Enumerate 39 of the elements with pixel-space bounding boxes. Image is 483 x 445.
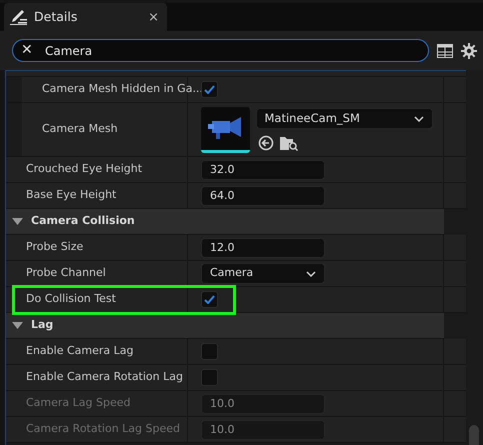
number-field[interactable]: 32.0 <box>201 160 325 180</box>
property-label: Do Collision Test <box>26 291 116 308</box>
settings-icon[interactable] <box>461 42 477 58</box>
property-label: Crouched Eye Height <box>26 161 142 178</box>
property-label: Camera Lag Speed <box>26 395 130 412</box>
asset-dropdown[interactable]: MatineeCam_SM <box>256 108 432 130</box>
checkbox[interactable] <box>201 81 218 98</box>
table-view-icon[interactable] <box>437 44 453 58</box>
property-label: Camera Rotation Lag Speed <box>26 421 180 438</box>
caret-icon <box>306 270 316 276</box>
dropdown[interactable]: Camera <box>201 263 325 284</box>
checkbox[interactable] <box>201 343 218 360</box>
pencil-icon <box>10 9 28 25</box>
property-label: Probe Channel <box>26 265 106 282</box>
check-icon <box>204 85 215 94</box>
use-selected-icon[interactable] <box>258 134 274 151</box>
collapse-arrow-icon[interactable] <box>12 218 23 225</box>
tab-title: Details <box>34 8 78 26</box>
property-label: Enable Camera Rotation Lag <box>26 369 183 386</box>
property-label: Camera Mesh Hidden in Ga... <box>42 81 203 98</box>
caret-icon <box>414 116 424 122</box>
checkbox[interactable] <box>201 291 218 308</box>
checkbox[interactable] <box>201 369 218 386</box>
collapse-arrow-icon[interactable] <box>12 322 23 329</box>
check-icon <box>204 295 215 304</box>
clear-button[interactable]: ✕ <box>21 43 33 57</box>
section-header[interactable]: Camera Collision <box>31 213 135 230</box>
details-tab[interactable]: Details × <box>4 3 167 31</box>
property-label: Enable Camera Lag <box>26 343 134 360</box>
property-label: Camera Mesh <box>42 121 118 138</box>
browse-folder-icon[interactable] <box>280 134 298 151</box>
number-field[interactable]: 12.0 <box>201 238 325 258</box>
number-field[interactable]: 64.0 <box>201 186 325 206</box>
property-label: Probe Size <box>26 239 84 256</box>
section-header[interactable]: Lag <box>31 317 54 334</box>
close-button[interactable]: × <box>148 10 159 24</box>
camera-icon <box>208 115 244 141</box>
mesh-thumbnail[interactable] <box>201 106 250 152</box>
property-label: Base Eye Height <box>26 187 116 204</box>
